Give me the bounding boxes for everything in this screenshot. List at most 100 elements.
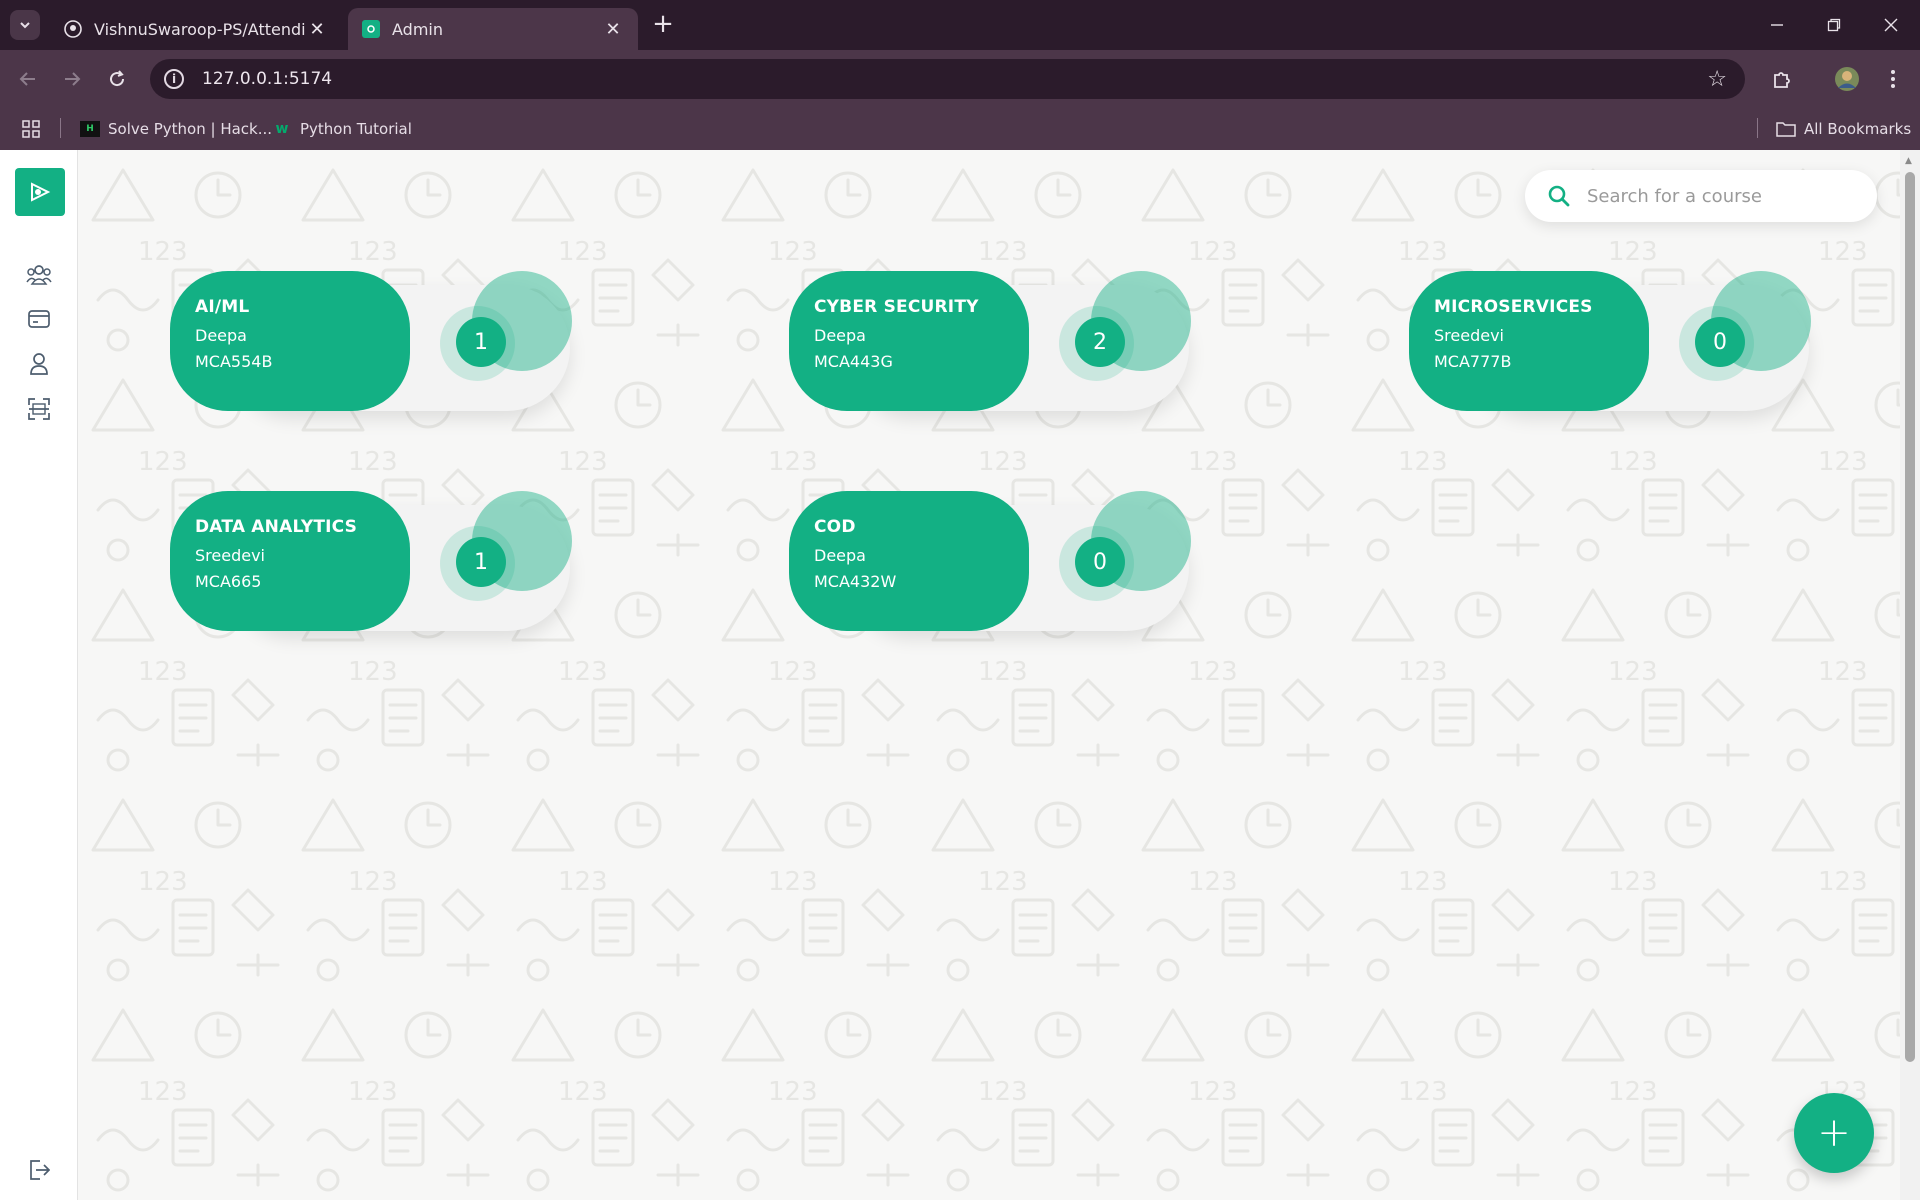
- page-scrollbar[interactable]: ▲: [1900, 150, 1920, 1200]
- app-favicon-icon: [362, 20, 380, 38]
- course-name: DATA ANALYTICS: [195, 517, 358, 537]
- grid-icon: [22, 120, 40, 138]
- course-name: CYBER SECURITY: [814, 297, 979, 317]
- tab-search-button[interactable]: [10, 10, 40, 40]
- bookmark-python-tutorial[interactable]: w Python Tutorial: [272, 118, 412, 140]
- user-icon: [30, 353, 48, 375]
- minimize-icon: [1771, 24, 1783, 26]
- logout-button[interactable]: [26, 1157, 52, 1183]
- course-teacher: Deepa: [814, 546, 866, 565]
- app-page: 123: [0, 150, 1920, 1200]
- minimize-button[interactable]: [1757, 10, 1797, 40]
- course-code: MCA554B: [195, 352, 273, 371]
- users-group-icon: [26, 265, 52, 285]
- extensions-button[interactable]: [1767, 64, 1797, 94]
- window-close-button[interactable]: [1871, 10, 1911, 40]
- course-info[interactable]: COD Deepa MCA432W: [789, 491, 1029, 631]
- avatar-icon: [1835, 67, 1859, 91]
- course-count-badge: 0: [1695, 317, 1745, 367]
- arrow-left-icon: [19, 72, 35, 86]
- course-card[interactable]: MICROSERVICES Sreedevi MCA777B 0: [1409, 271, 1814, 413]
- scroll-up-arrow-icon[interactable]: ▲: [1905, 156, 1912, 166]
- all-bookmarks-button[interactable]: All Bookmarks: [1776, 118, 1911, 140]
- url-text[interactable]: 127.0.0.1:5174: [202, 69, 332, 89]
- browser-tab-github[interactable]: VishnuSwaroop-PS/Attendify ✕: [50, 8, 342, 50]
- bookmark-divider: [1757, 118, 1758, 138]
- course-code: MCA432W: [814, 572, 897, 591]
- restore-icon: [1827, 18, 1841, 32]
- sidebar: [0, 150, 78, 1200]
- folder-icon: [1776, 121, 1796, 137]
- reload-button[interactable]: [102, 64, 132, 94]
- tab-title: VishnuSwaroop-PS/Attendify: [94, 19, 306, 39]
- puzzle-icon: [1774, 72, 1790, 88]
- close-icon: [1884, 18, 1898, 32]
- forward-button[interactable]: [57, 64, 87, 94]
- course-count-badge: 2: [1075, 317, 1125, 367]
- address-bar: i 127.0.0.1:5174 ☆: [0, 50, 1920, 108]
- add-course-button[interactable]: +: [1794, 1093, 1874, 1173]
- app-logo[interactable]: [15, 168, 65, 216]
- bookmark-label: Python Tutorial: [300, 120, 412, 138]
- arrow-right-icon: [65, 72, 81, 86]
- close-icon[interactable]: ✕: [306, 18, 328, 40]
- close-icon[interactable]: ✕: [602, 18, 624, 40]
- course-search[interactable]: [1525, 170, 1877, 222]
- course-info[interactable]: AI/ML Deepa MCA554B: [170, 271, 410, 411]
- course-code: MCA443G: [814, 352, 893, 371]
- course-teacher: Sreedevi: [1434, 326, 1504, 345]
- course-card[interactable]: COD Deepa MCA432W 0: [789, 491, 1194, 633]
- course-name: COD: [814, 517, 856, 537]
- bookmark-divider: [60, 118, 61, 138]
- bookmark-label: Solve Python | Hack...: [108, 120, 273, 138]
- search-input[interactable]: [1585, 184, 1845, 208]
- course-info[interactable]: CYBER SECURITY Deepa MCA443G: [789, 271, 1029, 411]
- course-teacher: Sreedevi: [195, 546, 265, 565]
- browser-tab-admin[interactable]: Admin ✕: [348, 8, 638, 50]
- course-count-badge: 1: [456, 317, 506, 367]
- course-count-badge: 0: [1075, 537, 1125, 587]
- browser-tab-bar: VishnuSwaroop-PS/Attendify ✕ Admin ✕ +: [0, 0, 1920, 50]
- scrollbar-thumb[interactable]: [1905, 172, 1915, 1062]
- back-button[interactable]: [13, 64, 43, 94]
- course-teacher: Deepa: [195, 326, 247, 345]
- site-info-icon[interactable]: i: [164, 69, 184, 89]
- nav-scan[interactable]: [26, 396, 52, 422]
- chevron-down-icon: [20, 22, 30, 29]
- hackerrank-icon: H: [80, 121, 100, 137]
- browser-menu-button[interactable]: [1878, 64, 1908, 94]
- reload-icon: [110, 70, 125, 87]
- profile-avatar[interactable]: [1832, 64, 1862, 94]
- nav-profile[interactable]: [26, 351, 52, 377]
- course-info[interactable]: DATA ANALYTICS Sreedevi MCA665: [170, 491, 410, 631]
- w3schools-icon: w: [275, 121, 289, 137]
- restore-button[interactable]: [1814, 10, 1854, 40]
- course-name: MICROSERVICES: [1434, 297, 1593, 317]
- course-code: MCA665: [195, 572, 262, 591]
- course-card[interactable]: DATA ANALYTICS Sreedevi MCA665 1: [170, 491, 575, 633]
- search-icon: [1548, 185, 1570, 207]
- github-icon: [64, 20, 82, 38]
- logo-icon: [31, 182, 51, 202]
- course-card[interactable]: AI/ML Deepa MCA554B 1: [170, 271, 575, 413]
- bookmarks-bar: H Solve Python | Hack... w Python Tutori…: [0, 108, 1920, 150]
- omnibox[interactable]: i 127.0.0.1:5174 ☆: [150, 59, 1745, 99]
- bookmark-hackerrank[interactable]: H Solve Python | Hack...: [80, 118, 272, 140]
- nav-cards[interactable]: [26, 306, 52, 332]
- nav-users[interactable]: [26, 262, 52, 288]
- all-bookmarks-label: All Bookmarks: [1804, 120, 1912, 138]
- course-teacher: Deepa: [814, 326, 866, 345]
- course-info[interactable]: MICROSERVICES Sreedevi MCA777B: [1409, 271, 1649, 411]
- course-name: AI/ML: [195, 297, 250, 317]
- course-count-badge: 1: [456, 537, 506, 587]
- credit-card-icon: [28, 310, 50, 328]
- course-card[interactable]: CYBER SECURITY Deepa MCA443G 2: [789, 271, 1194, 413]
- course-code: MCA777B: [1434, 352, 1512, 371]
- scan-icon: [28, 398, 50, 420]
- logout-icon: [30, 1160, 50, 1180]
- tab-title: Admin: [392, 19, 443, 39]
- star-icon[interactable]: ☆: [1707, 67, 1727, 92]
- more-vertical-icon: [1891, 70, 1895, 88]
- new-tab-button[interactable]: +: [650, 11, 676, 38]
- apps-button[interactable]: [22, 118, 40, 140]
